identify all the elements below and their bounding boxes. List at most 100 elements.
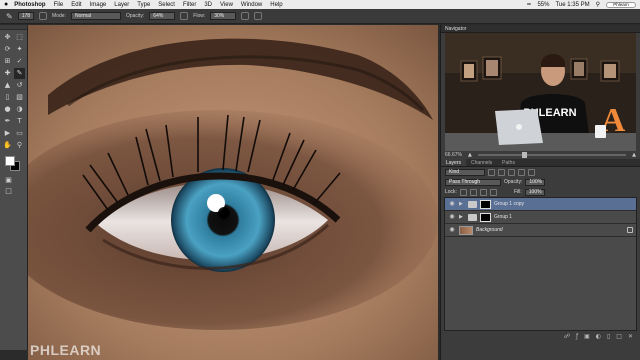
filter-kind-select[interactable]: Kind	[445, 168, 485, 176]
path-select-tool-icon[interactable]: ▶	[2, 128, 13, 139]
healing-tool-icon[interactable]: ✚	[2, 68, 13, 79]
menu-help[interactable]: Help	[270, 2, 282, 8]
clone-stamp-tool-icon[interactable]: ▲	[2, 80, 13, 91]
wifi-icon[interactable]: ≈	[526, 1, 531, 8]
pressure-size-icon[interactable]	[254, 12, 263, 20]
menu-edit[interactable]: Edit	[71, 2, 81, 8]
expand-arrow-icon[interactable]: ▶	[459, 214, 465, 220]
quick-mask-icon[interactable]: ▣	[3, 175, 14, 186]
menu-filter[interactable]: Filter	[183, 2, 196, 8]
tool-grid: ✥ ⬚ ⟳ ✦ ⊞ ✓ ✚ ✎ ▲ ↺ ▯ ▧ ● ◑ ✒ T ▶ ▭ ✋ ⚲	[0, 30, 27, 153]
blend-mode-select[interactable]: Pass Through	[445, 178, 501, 186]
type-tool-icon[interactable]: T	[14, 116, 25, 127]
lock-all-icon[interactable]	[489, 188, 497, 196]
marquee-tool-icon[interactable]: ⬚	[14, 32, 25, 43]
layer-row[interactable]: ◉ Background	[445, 224, 636, 237]
layer-style-icon[interactable]: ƒ	[576, 333, 578, 340]
hand-tool-icon[interactable]: ✋	[2, 140, 13, 151]
layer-mask-thumbnail[interactable]	[480, 199, 491, 209]
expand-arrow-icon[interactable]: ▶	[459, 201, 465, 207]
new-group-icon[interactable]: ▯	[607, 333, 610, 340]
navigator-zoom-value[interactable]: 66.67%	[445, 152, 462, 158]
menu-select[interactable]: Select	[158, 2, 175, 8]
layer-row[interactable]: ◉ ▶ Group 1	[445, 211, 636, 224]
tab-paths[interactable]: Paths	[497, 159, 520, 166]
zoom-tool-icon[interactable]: ⚲	[14, 140, 25, 151]
eyedropper-tool-icon[interactable]: ✓	[14, 56, 25, 67]
foreground-color-swatch[interactable]	[5, 156, 15, 166]
brush-panel-icon[interactable]	[39, 12, 48, 20]
zoom-in-icon[interactable]: ▲	[632, 152, 636, 158]
new-layer-icon[interactable]: □	[616, 333, 622, 340]
visibility-eye-icon[interactable]: ◉	[448, 213, 456, 221]
fill-field[interactable]: 100%	[524, 188, 545, 196]
spotlight-icon[interactable]: ⚲	[596, 1, 600, 8]
adjustment-layer-icon[interactable]: ◐	[596, 333, 601, 340]
menu-3d[interactable]: 3D	[204, 2, 212, 8]
clock[interactable]: Tue 1:35 PM	[555, 2, 589, 8]
brush-tool-icon[interactable]: ✎	[14, 68, 25, 79]
background-thumbnail[interactable]	[459, 225, 473, 235]
link-layers-icon[interactable]: ☍	[564, 333, 570, 340]
zoom-out-icon[interactable]: ▲	[468, 152, 472, 158]
navigator-header[interactable]: Navigator	[441, 25, 640, 33]
move-tool-icon[interactable]: ✥	[2, 32, 13, 43]
navigator-zoom-slider[interactable]	[477, 152, 627, 158]
dodge-tool-icon[interactable]: ◑	[14, 104, 25, 115]
layer-opacity-field[interactable]: 100%	[525, 178, 546, 186]
delete-layer-icon[interactable]: ✕	[628, 333, 633, 340]
brush-size-picker[interactable]: 178	[17, 12, 35, 20]
visibility-eye-icon[interactable]: ◉	[448, 200, 456, 208]
layers-empty-area[interactable]	[445, 237, 636, 330]
right-panels: Navigator A PHLEARN 66.67% ▲ ▲ Layers Ch…	[440, 25, 640, 360]
layer-row[interactable]: ◉ ▶ Group 1 copy	[445, 198, 636, 211]
menu-view[interactable]: View	[220, 2, 233, 8]
menu-window[interactable]: Window	[241, 2, 262, 8]
lock-position-icon[interactable]	[479, 188, 487, 196]
mode-select[interactable]: Normal	[70, 12, 121, 20]
visibility-eye-icon[interactable]: ◉	[448, 226, 456, 234]
shape-tool-icon[interactable]: ▭	[14, 128, 25, 139]
brush-tool-icon[interactable]: ✎	[6, 12, 13, 21]
pen-tool-icon[interactable]: ✒	[2, 116, 13, 127]
menu-type[interactable]: Type	[137, 2, 150, 8]
lasso-tool-icon[interactable]: ⟳	[2, 44, 13, 55]
tab-channels[interactable]: Channels	[466, 159, 497, 166]
filter-shape-icon[interactable]	[518, 168, 525, 176]
navigator-preview[interactable]: A PHLEARN	[445, 33, 636, 151]
layer-name[interactable]: Group 1	[494, 214, 633, 220]
gradient-tool-icon[interactable]: ▧	[14, 92, 25, 103]
flow-field[interactable]: 30%	[210, 12, 237, 20]
add-mask-icon[interactable]: ▣	[584, 333, 590, 340]
pressure-opacity-icon[interactable]	[180, 12, 189, 20]
filter-type-icon[interactable]	[508, 168, 515, 176]
crop-tool-icon[interactable]: ⊞	[2, 56, 13, 67]
menu-layer[interactable]: Layer	[114, 2, 129, 8]
menu-image[interactable]: Image	[90, 2, 107, 8]
filter-smart-object-icon[interactable]	[528, 168, 535, 176]
layer-name[interactable]: Background	[476, 227, 624, 233]
layers-panel-tabs: Layers Channels Paths	[441, 159, 640, 167]
spotlight-search[interactable]: Phlearn	[606, 1, 636, 8]
filter-pixel-icon[interactable]	[488, 168, 495, 176]
tab-layers[interactable]: Layers	[441, 159, 467, 166]
apple-menu-icon[interactable]: ●	[4, 1, 8, 8]
quick-select-tool-icon[interactable]: ✦	[14, 44, 25, 55]
layer-name[interactable]: Group 1 copy	[494, 201, 633, 207]
eraser-tool-icon[interactable]: ▯	[2, 92, 13, 103]
opacity-field[interactable]: 64%	[149, 12, 176, 20]
menu-file[interactable]: File	[54, 2, 64, 8]
lock-pixels-icon[interactable]	[469, 188, 477, 196]
history-brush-tool-icon[interactable]: ↺	[14, 80, 25, 91]
menu-app-name[interactable]: Photoshop	[14, 2, 45, 8]
battery-percent[interactable]: 55%	[537, 2, 549, 8]
filter-adjustment-icon[interactable]	[498, 168, 505, 176]
navigator-zoom-knob[interactable]	[522, 152, 528, 158]
document-canvas[interactable]: PHLEARN	[28, 25, 438, 360]
screen-mode-icon[interactable]: □	[3, 186, 14, 197]
lock-transparent-icon[interactable]	[459, 188, 467, 196]
blur-tool-icon[interactable]: ●	[2, 104, 13, 115]
airbrush-icon[interactable]	[241, 12, 250, 20]
layer-mask-thumbnail[interactable]	[480, 212, 491, 222]
navigator-title[interactable]: Navigator	[445, 26, 466, 32]
